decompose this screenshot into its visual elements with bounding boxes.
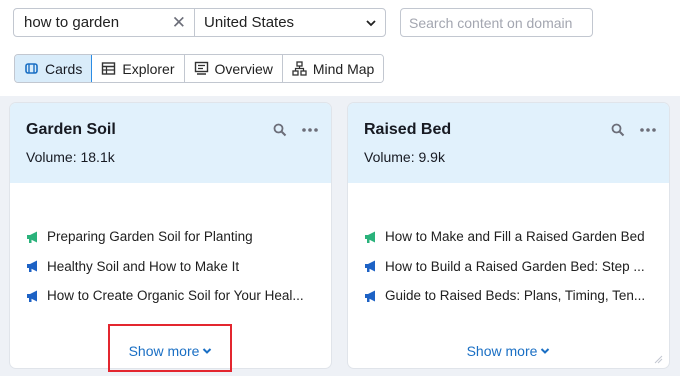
tab-mind-map[interactable]: Mind Map [282,55,384,82]
more-icon[interactable] [301,127,319,133]
show-more-button[interactable]: Show more [348,343,669,359]
search-group: how to garden ✕ United States [13,8,386,37]
megaphone-icon [365,260,375,273]
card-header: Garden Soil Volume: 18.1k [10,103,331,183]
list-item[interactable]: Healthy Soil and How to Make It [26,252,319,282]
domain-search-placeholder: Search content on domain [409,14,573,31]
card-items: How to Make and Fill a Raised Garden Bed… [364,222,657,311]
tab-explorer[interactable]: Explorer [92,55,185,82]
view-tabs: Cards Explorer Overview Mind Map [14,54,385,83]
item-text: How to Create Organic Soil for Your Heal… [47,288,304,304]
toolbar: how to garden ✕ United States Search con… [0,0,680,96]
tab-overview-label: Overview [214,60,273,77]
card-items: Preparing Garden Soil for Planting Healt… [26,222,319,311]
card-volume: Volume: 18.1k [26,149,115,165]
item-text: How to Build a Raised Garden Bed: Step .… [385,258,645,274]
search-icon[interactable] [611,123,625,137]
highlight-box [108,324,232,372]
item-text: Preparing Garden Soil for Planting [47,229,253,245]
list-item[interactable]: How to Create Organic Soil for Your Heal… [26,281,319,311]
tab-cards-label: Cards [45,60,83,77]
keyword-input[interactable]: how to garden ✕ [14,9,195,36]
card-title: Garden Soil [26,121,116,138]
cards-icon [25,63,38,74]
overview-icon [194,61,208,75]
card-actions [611,123,657,137]
mindmap-icon [292,61,307,76]
megaphone-icon [365,231,375,243]
chevron-down-icon [366,20,376,27]
item-text: Guide to Raised Beds: Plans, Timing, Ten… [385,288,646,304]
card-title: Raised Bed [364,121,452,138]
country-select[interactable]: United States [195,9,385,36]
item-text: How to Make and Fill a Raised Garden Bed [385,229,645,245]
search-icon[interactable] [273,123,287,137]
domain-search-input[interactable]: Search content on domain [400,8,593,37]
card-header: Raised Bed Volume: 9.9k [348,103,669,183]
chevron-down-icon [541,348,550,354]
list-item[interactable]: How to Make and Fill a Raised Garden Bed [364,222,657,252]
tab-explorer-label: Explorer [122,60,175,77]
resize-grip-icon[interactable] [653,354,663,364]
tab-cards[interactable]: Cards [15,55,93,82]
card-actions [273,123,319,137]
megaphone-icon [27,290,37,302]
list-item[interactable]: Preparing Garden Soil for Planting [26,222,319,252]
item-text: Healthy Soil and How to Make It [47,258,240,274]
list-item[interactable]: How to Build a Raised Garden Bed: Step .… [364,252,657,282]
table-icon [102,62,116,75]
keyword-value: how to garden [24,14,120,31]
megaphone-icon [27,260,37,273]
country-value: United States [204,14,295,31]
tab-mind-map-label: Mind Map [312,60,375,77]
megaphone-icon [365,290,375,302]
list-item[interactable]: Guide to Raised Beds: Plans, Timing, Ten… [364,281,657,311]
show-more-label: Show more [466,343,538,359]
megaphone-icon [27,231,37,243]
close-icon[interactable]: ✕ [172,13,186,33]
tab-overview[interactable]: Overview [184,55,283,82]
topic-card-raised-bed[interactable]: Raised Bed Volume: 9.9k How to Make and … [348,103,669,368]
more-icon[interactable] [639,127,657,133]
card-volume: Volume: 9.9k [364,149,445,165]
